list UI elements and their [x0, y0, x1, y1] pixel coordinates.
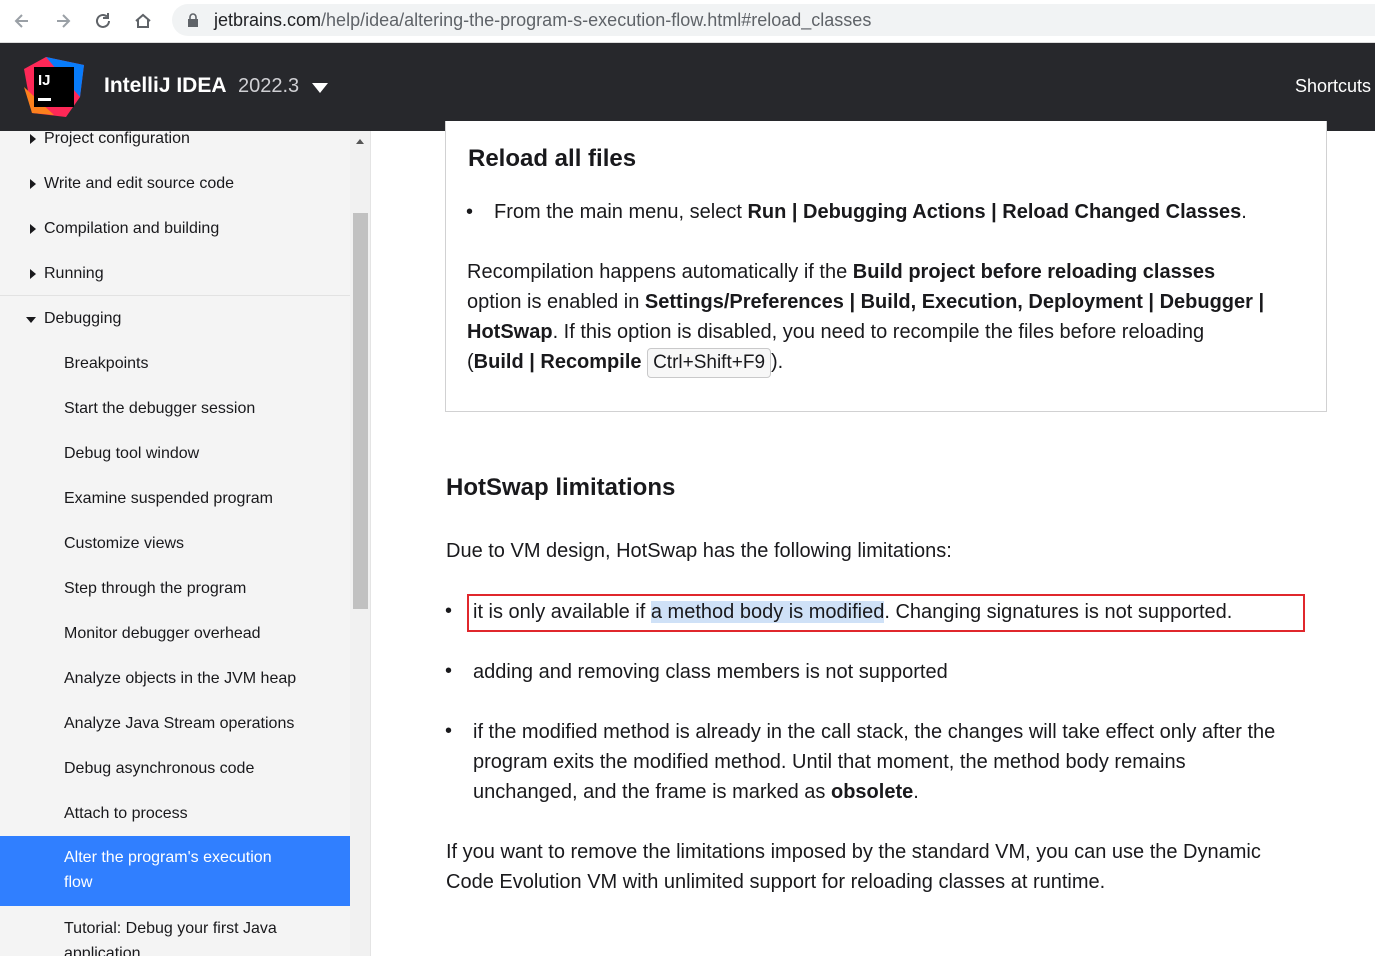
- forward-button[interactable]: [50, 8, 76, 34]
- limitation-item: adding and removing class members is not…: [473, 661, 948, 683]
- toc-item-start-debugger[interactable]: Start the debugger session: [0, 398, 350, 420]
- toc-item-debug-async[interactable]: Debug asynchronous code: [0, 758, 350, 780]
- caret-right-icon[interactable]: [30, 134, 36, 144]
- selected-text: a method body is modified: [650, 601, 885, 623]
- shortcuts-link[interactable]: Shortcuts: [1295, 76, 1371, 97]
- procedure-title: Reload all files: [468, 145, 637, 172]
- article-content: Reload all files • From the main menu, s…: [372, 121, 1375, 956]
- product-name[interactable]: IntelliJ IDEA: [104, 74, 227, 98]
- back-button[interactable]: [9, 8, 35, 34]
- section-heading: HotSwap limitations: [446, 474, 676, 501]
- toc-item-project-configuration[interactable]: Project configuration: [0, 131, 350, 158]
- toc-item-debug-tool-window[interactable]: Debug tool window: [0, 443, 350, 465]
- toc-item-monitor-overhead[interactable]: Monitor debugger overhead: [0, 623, 350, 645]
- bullet: •: [445, 660, 453, 682]
- browser-toolbar: jetbrains.com/help/idea/altering-the-pro…: [0, 0, 1375, 43]
- toc-item-tutorial-debug[interactable]: Tutorial: Debug your first Java applicat…: [0, 918, 350, 956]
- forward-arrow-icon: [57, 14, 71, 28]
- caret-right-icon[interactable]: [30, 224, 36, 234]
- toc-item-breakpoints[interactable]: Breakpoints: [0, 353, 350, 375]
- toc-item-compilation[interactable]: Compilation and building: [0, 218, 350, 248]
- scroll-thumb[interactable]: [353, 213, 368, 609]
- toc-item-running[interactable]: Running: [0, 263, 350, 293]
- limitation-item: if the modified method is already in the…: [473, 721, 1276, 803]
- toc-item-analyze-streams[interactable]: Analyze Java Stream operations: [0, 713, 350, 735]
- home-icon: [135, 13, 151, 28]
- sidebar-scrollbar[interactable]: [350, 131, 371, 956]
- toc-item-write-edit[interactable]: Write and edit source code: [0, 173, 350, 203]
- bullet: •: [466, 201, 474, 223]
- procedure-box: Reload all files • From the main menu, s…: [445, 121, 1327, 412]
- toc-item-alter-execution-flow[interactable]: Alter the program's execution flow: [0, 836, 350, 906]
- caret-right-icon[interactable]: [30, 179, 36, 189]
- caret-down-icon[interactable]: [26, 317, 36, 323]
- table-of-contents: Project configuration Write and edit sou…: [0, 131, 350, 956]
- reload-icon: [96, 13, 110, 28]
- intro-text: Due to VM design, HotSwap has the follow…: [446, 540, 952, 562]
- shortcut-key: Ctrl+Shift+F9: [647, 348, 772, 378]
- bullet: •: [445, 600, 453, 622]
- toc-item-analyze-heap[interactable]: Analyze objects in the JVM heap: [0, 668, 350, 690]
- chevron-down-icon[interactable]: [312, 83, 328, 93]
- outro-paragraph: If you want to remove the limitations im…: [446, 841, 1261, 893]
- toc-item-debugging[interactable]: Debugging: [0, 308, 350, 338]
- caret-right-icon[interactable]: [30, 269, 36, 279]
- toc-item-attach-process[interactable]: Attach to process: [0, 803, 350, 825]
- toc-item-customize-views[interactable]: Customize views: [0, 533, 350, 555]
- address-bar[interactable]: jetbrains.com/help/idea/altering-the-pro…: [172, 4, 1375, 36]
- intellij-logo-icon: IJ: [24, 57, 84, 117]
- svg-text:IJ: IJ: [38, 72, 51, 89]
- lock-icon: [188, 13, 198, 27]
- version-selector[interactable]: 2022.3: [238, 75, 299, 98]
- home-button[interactable]: [130, 8, 156, 34]
- recompilation-paragraph: Recompilation happens automatically if t…: [467, 257, 1317, 378]
- bullet: •: [445, 720, 453, 742]
- back-arrow-icon: [14, 14, 28, 28]
- toc-item-examine-suspended[interactable]: Examine suspended program: [0, 488, 350, 510]
- site-header: IJ IntelliJ IDEA 2022.3 Shortcuts: [0, 43, 1375, 131]
- procedure-step: From the main menu, select Run | Debuggi…: [494, 201, 1247, 223]
- toc-item-step-through[interactable]: Step through the program: [0, 578, 350, 600]
- limitation-item: it is only available if a method body is…: [473, 601, 1233, 623]
- divider: [0, 295, 350, 296]
- url-text: jetbrains.com/help/idea/altering-the-pro…: [214, 10, 872, 30]
- reload-button[interactable]: [90, 8, 116, 34]
- scroll-up-arrow-icon[interactable]: [356, 139, 364, 144]
